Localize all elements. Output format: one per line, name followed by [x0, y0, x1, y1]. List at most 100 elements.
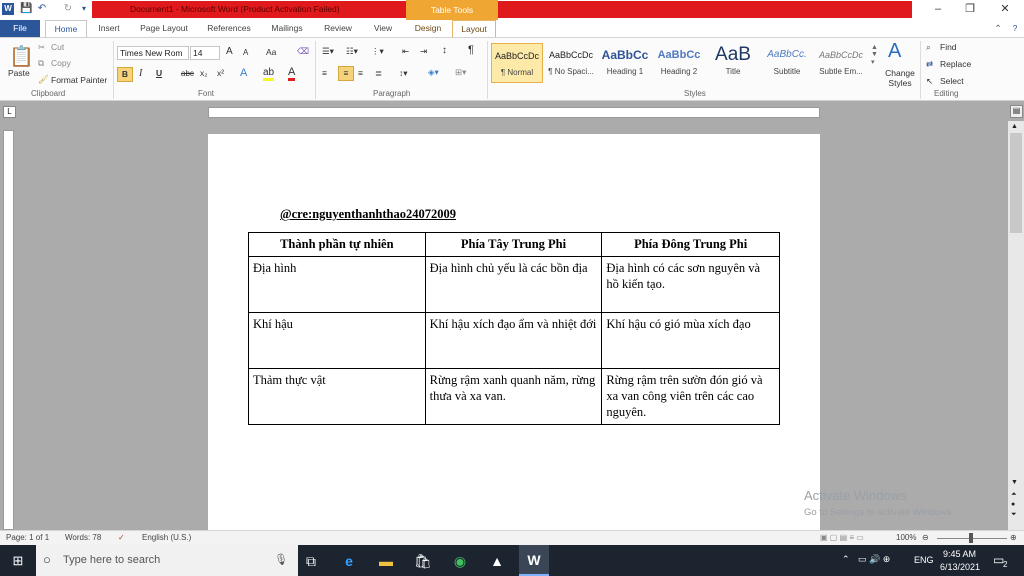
- task-view-icon[interactable]: ⧉: [301, 551, 321, 571]
- clear-formatting-icon[interactable]: ⌫: [297, 46, 309, 57]
- file-explorer-icon[interactable]: ▬: [376, 551, 396, 571]
- tray-system-icons[interactable]: ▭ 🔊 ⊕: [858, 554, 890, 565]
- customize-qat-icon[interactable]: ▾: [78, 3, 90, 15]
- tab-layout[interactable]: Layout: [452, 20, 496, 37]
- horizontal-ruler[interactable]: [208, 107, 820, 118]
- store-icon[interactable]: 🛍: [413, 551, 433, 571]
- scroll-up-icon[interactable]: ▲: [1011, 123, 1018, 130]
- font-color-icon[interactable]: A: [288, 66, 296, 81]
- word-taskbar-icon[interactable]: W: [519, 545, 549, 576]
- tab-review[interactable]: Review: [316, 20, 360, 37]
- format-painter-button[interactable]: Format Painter: [51, 75, 107, 85]
- photos-icon[interactable]: ▲: [487, 551, 507, 571]
- zoom-slider-thumb[interactable]: [969, 533, 973, 543]
- table-header-cell[interactable]: Phía Tây Trung Phi: [424, 232, 603, 257]
- language-indicator[interactable]: English (U.S.): [142, 533, 191, 542]
- shrink-font-button[interactable]: A: [243, 48, 248, 57]
- tab-page-layout[interactable]: Page Layout: [132, 20, 196, 37]
- table-cell[interactable]: Địa hình có các sơn nguyên và hồ kiến tạ…: [601, 256, 780, 313]
- numbering-icon[interactable]: ☷▾: [346, 46, 358, 57]
- page-count[interactable]: Page: 1 of 1: [6, 533, 49, 542]
- clock-time[interactable]: 9:45 AM: [943, 549, 976, 559]
- next-page-icon[interactable]: ⏷: [1011, 511, 1017, 519]
- collapse-ribbon-icon[interactable]: ⌃: [992, 20, 1004, 37]
- table-cell[interactable]: Rừng rậm xanh quanh năm, rừng thưa và xa…: [424, 368, 603, 425]
- superscript-button[interactable]: x²: [217, 68, 224, 78]
- taskbar-search-box[interactable]: ○ Type here to search 🎙: [36, 545, 298, 576]
- undo-icon[interactable]: ↶: [36, 3, 48, 15]
- change-styles-icon[interactable]: A: [888, 40, 901, 63]
- save-icon[interactable]: 💾: [20, 3, 32, 15]
- table-cell[interactable]: Địa hình: [248, 256, 426, 313]
- restore-button[interactable]: ❐: [956, 1, 984, 18]
- decrease-indent-icon[interactable]: ⇤: [402, 46, 409, 57]
- zoom-in-icon[interactable]: ⊕: [1010, 533, 1017, 542]
- zoom-level[interactable]: 100%: [896, 533, 916, 542]
- tab-selector-icon[interactable]: L: [3, 106, 16, 118]
- scroll-thumb[interactable]: [1010, 133, 1022, 233]
- paste-icon[interactable]: 📋: [9, 44, 34, 69]
- previous-page-icon[interactable]: ⏶: [1011, 491, 1017, 499]
- change-styles-button[interactable]: Change Styles: [884, 68, 916, 88]
- change-case-button[interactable]: Aa: [266, 47, 276, 57]
- tab-home[interactable]: Home: [45, 20, 87, 37]
- style-heading-1[interactable]: AaBbCc Heading 1: [599, 43, 651, 83]
- show-marks-icon[interactable]: ¶: [468, 44, 474, 56]
- microphone-icon[interactable]: 🎙: [274, 553, 288, 566]
- vertical-ruler[interactable]: [3, 130, 14, 530]
- style-subtle-emphasis[interactable]: AaBbCcDc Subtle Em...: [815, 43, 867, 83]
- tab-file[interactable]: File: [0, 20, 40, 37]
- align-right-icon[interactable]: ≡: [358, 68, 363, 78]
- view-ruler-icon[interactable]: ▤: [1010, 105, 1023, 118]
- shading-icon[interactable]: ◈▾: [428, 67, 439, 78]
- select-button[interactable]: Select: [940, 76, 964, 86]
- styles-scroll-icon[interactable]: ▲ ▼ ▾: [871, 44, 878, 66]
- tab-design[interactable]: Design: [406, 20, 450, 37]
- close-button[interactable]: ✕: [991, 1, 1019, 18]
- align-left-icon[interactable]: ≡: [322, 68, 327, 78]
- start-icon[interactable]: ⊞: [8, 551, 28, 571]
- clock-date[interactable]: 6/13/2021: [940, 562, 980, 572]
- tab-mailings[interactable]: Mailings: [262, 20, 312, 37]
- bullets-icon[interactable]: ☰▾: [322, 46, 334, 57]
- grow-font-button[interactable]: A: [226, 46, 233, 57]
- vertical-scrollbar[interactable]: ▲ ▼ ⏶ ● ⏷: [1008, 121, 1024, 530]
- highlight-color-icon[interactable]: ab: [263, 67, 275, 81]
- browse-object-icon[interactable]: ●: [1011, 501, 1015, 508]
- cut-button[interactable]: Cut: [51, 42, 64, 52]
- table-cell[interactable]: Rừng rậm trên sườn đón gió và xa van côn…: [601, 368, 780, 425]
- zoom-out-icon[interactable]: ⊖: [922, 533, 929, 542]
- table-cell[interactable]: Khí hậu có gió mùa xích đạo: [601, 312, 780, 369]
- tray-overflow-icon[interactable]: ⌃: [842, 554, 850, 565]
- tab-insert[interactable]: Insert: [90, 20, 128, 37]
- font-name-combo[interactable]: Times New Rom: [117, 46, 189, 60]
- style-normal[interactable]: AaBbCcDc ¶ Normal: [491, 43, 543, 83]
- style-no-spacing[interactable]: AaBbCcDc ¶ No Spaci...: [545, 43, 597, 83]
- style-title[interactable]: AaB Title: [707, 43, 759, 83]
- increase-indent-icon[interactable]: ⇥: [420, 46, 427, 57]
- italic-button[interactable]: I: [139, 68, 142, 79]
- document-page[interactable]: @cre:nguyenthanhthao24072009 Thành phần …: [208, 134, 820, 534]
- comparison-table[interactable]: Thành phần tự nhiên Phía Tây Trung Phi P…: [248, 232, 780, 425]
- view-buttons-icon[interactable]: ▣ ▢ ▤ ≡ ▭: [820, 533, 864, 542]
- replace-button[interactable]: Replace: [940, 59, 971, 69]
- minimize-button[interactable]: –: [924, 1, 952, 18]
- strikethrough-button[interactable]: abc: [181, 69, 194, 78]
- font-size-combo[interactable]: 14: [190, 46, 220, 60]
- subscript-button[interactable]: x₂: [200, 68, 208, 78]
- word-app-icon[interactable]: W: [2, 3, 14, 15]
- word-count[interactable]: Words: 78: [65, 533, 101, 542]
- table-header-cell[interactable]: Thành phần tự nhiên: [248, 232, 426, 257]
- help-icon[interactable]: ?: [1008, 20, 1022, 37]
- tab-view[interactable]: View: [364, 20, 402, 37]
- text-effects-icon[interactable]: A: [240, 67, 247, 79]
- table-cell[interactable]: Khí hậu: [248, 312, 426, 369]
- scroll-down-icon[interactable]: ▼: [1011, 479, 1018, 486]
- green-app-icon[interactable]: ◉: [450, 551, 470, 571]
- align-center-icon[interactable]: ≡: [338, 66, 354, 81]
- input-language[interactable]: ENG: [914, 555, 934, 565]
- edge-icon[interactable]: e: [339, 551, 359, 571]
- copy-button[interactable]: Copy: [51, 58, 71, 68]
- bold-button[interactable]: B: [117, 67, 133, 82]
- line-spacing-icon[interactable]: ↕▾: [399, 68, 408, 79]
